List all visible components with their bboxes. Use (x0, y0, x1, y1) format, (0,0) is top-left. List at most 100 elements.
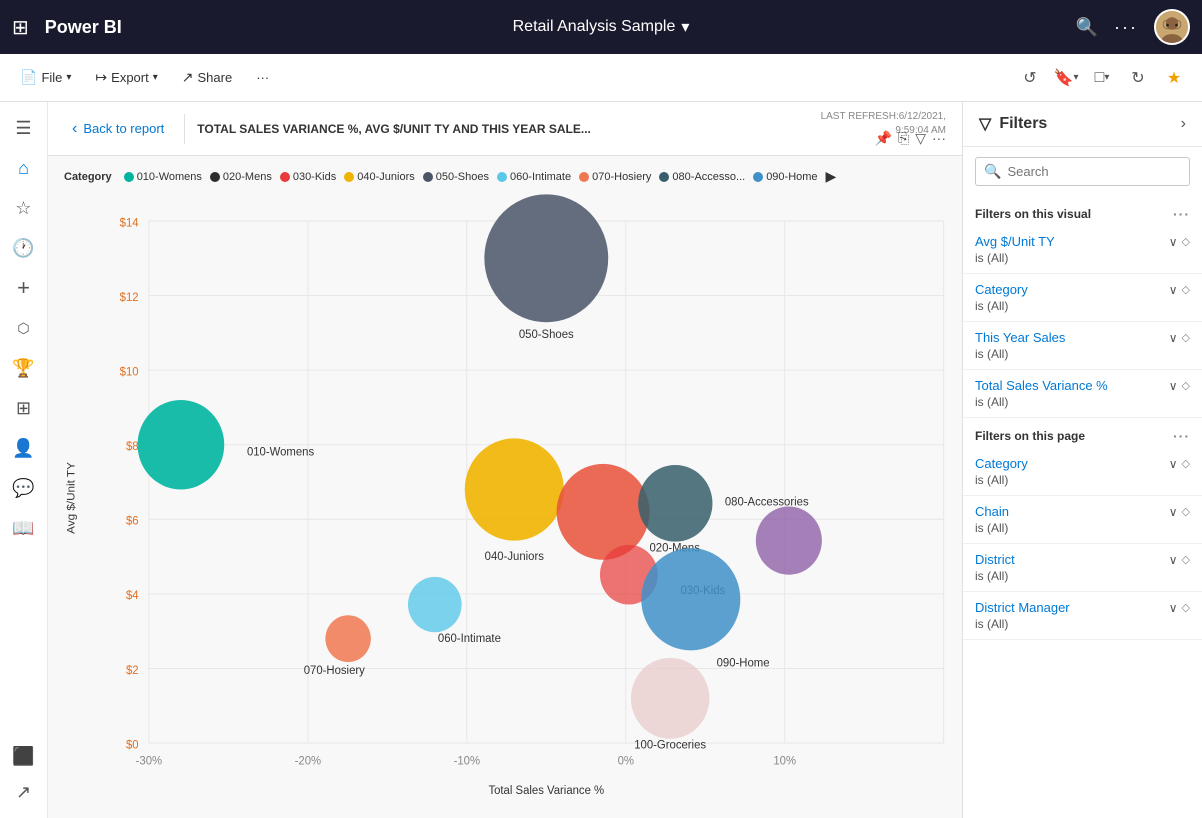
filter-dm-clear[interactable]: ◇ (1182, 601, 1190, 614)
filter-icon[interactable]: ▽ (915, 130, 926, 147)
sidebar-item-people[interactable]: 👤 (6, 430, 42, 466)
file-chevron-icon: ▾ (66, 72, 71, 83)
filter-avg-clear[interactable]: ◇ (1182, 235, 1190, 248)
y-tick-6: $6 (126, 515, 139, 527)
sidebar-item-recent[interactable]: 🕐 (6, 230, 42, 266)
left-sidebar: ☰ ⌂ ☆ 🕐 + ⬡ 🏆 ⊞ 👤 💬 📖 ⬛ ↗ (0, 102, 48, 818)
toolbar-more-button[interactable]: ··· (248, 66, 277, 89)
share-button[interactable]: ↗ Share (174, 65, 240, 90)
filter-avg-unit-ty[interactable]: Avg $/Unit TY ∨ ◇ is (All) (963, 226, 1202, 274)
filter-sales-value: is (All) (975, 347, 1190, 361)
bubble-shoes[interactable] (484, 194, 608, 322)
label-home: 090-Home (717, 657, 770, 669)
export-chevron-icon: ▾ (153, 72, 158, 83)
sidebar-item-workspaces[interactable]: ⊞ (6, 390, 42, 426)
filter-cat-chevron[interactable]: ∨ (1169, 283, 1178, 297)
sidebar-item-bottom[interactable]: ⬛ (6, 738, 42, 774)
filter-district[interactable]: District ∨ ◇ is (All) (963, 544, 1202, 592)
last-refresh-label: LAST REFRESH:6/12/2021, (821, 110, 946, 124)
filter-variance-chevron[interactable]: ∨ (1169, 379, 1178, 393)
bubble-juniors[interactable] (465, 438, 564, 540)
legend-nav-right[interactable]: ▶ (826, 168, 837, 185)
legend-item-kids: 030-Kids (280, 171, 336, 183)
x-tick-neg10: -10% (454, 755, 480, 767)
sidebar-item-apps[interactable]: ⬡ (6, 310, 42, 346)
sidebar-item-external[interactable]: ↗ (6, 774, 42, 810)
bubble-mens[interactable] (557, 464, 650, 560)
filter-chain[interactable]: Chain ∨ ◇ is (All) (963, 496, 1202, 544)
sidebar-item-menu[interactable]: ☰ (6, 110, 42, 146)
file-button[interactable]: 📄 File ▾ (12, 65, 79, 90)
filter-district-value: is (All) (975, 569, 1190, 583)
filter-cat-clear[interactable]: ◇ (1182, 283, 1190, 296)
x-axis-labels: -30% -20% -10% 0% 10% (136, 755, 796, 767)
filter-category-visual[interactable]: Category ∨ ◇ is (All) (963, 274, 1202, 322)
filter-category-page[interactable]: Category ∨ ◇ is (All) (963, 448, 1202, 496)
main-layout: ☰ ⌂ ☆ 🕐 + ⬡ 🏆 ⊞ 👤 💬 📖 ⬛ ↗ ‹ Back to repo… (0, 102, 1202, 818)
bubble-intimate[interactable] (408, 577, 462, 632)
export-icon: ↦ (95, 69, 107, 86)
filters-expand-icon[interactable]: › (1181, 115, 1186, 133)
filter-this-year-sales[interactable]: This Year Sales ∨ ◇ is (All) (963, 322, 1202, 370)
topbar-more-icon[interactable]: ··· (1114, 17, 1138, 38)
filter-variance-clear[interactable]: ◇ (1182, 379, 1190, 392)
bubble-groceries[interactable] (631, 658, 709, 739)
bubble-womens[interactable] (138, 400, 225, 490)
toolbar: 📄 File ▾ ↦ Export ▾ ↗ Share ··· ↺ 🔖▾ □▾ … (0, 54, 1202, 102)
filters-title-group: ▽ Filters (979, 114, 1047, 134)
export-button[interactable]: ↦ Export ▾ (87, 65, 165, 90)
y-axis-labels: $0 $2 $4 $6 $8 $10 $12 $14 (120, 217, 139, 751)
back-chevron-icon: ‹ (72, 120, 77, 138)
copy-icon[interactable]: ⎘ (898, 130, 909, 147)
sidebar-item-favorites[interactable]: ☆ (6, 190, 42, 226)
share-icon: ↗ (182, 69, 194, 86)
legend-item-mens: 020-Mens (210, 171, 272, 183)
filter-dm-name: District Manager (975, 600, 1070, 615)
filter-sales-chevron[interactable]: ∨ (1169, 331, 1178, 345)
y-tick-4: $4 (126, 590, 139, 602)
bookmark-button[interactable]: 🔖▾ (1050, 62, 1082, 94)
sidebar-item-create[interactable]: + (6, 270, 42, 306)
filters-search-bar[interactable]: 🔍 (975, 157, 1190, 186)
content-area: ‹ Back to report TOTAL SALES VARIANCE %,… (48, 102, 962, 818)
app-logo: Power BI (45, 17, 122, 38)
filter-district-chevron[interactable]: ∨ (1169, 553, 1178, 567)
user-avatar[interactable] (1154, 9, 1190, 45)
visual-filters-more-icon[interactable]: ··· (1173, 206, 1190, 222)
back-label: Back to report (83, 121, 164, 136)
filter-avg-unit-name: Avg $/Unit TY (975, 234, 1055, 249)
favorite-button[interactable]: ★ (1158, 62, 1190, 94)
filter-page-cat-chevron[interactable]: ∨ (1169, 457, 1178, 471)
filter-sales-clear[interactable]: ◇ (1182, 331, 1190, 344)
legend-label-womens: 010-Womens (137, 171, 202, 183)
bubble-purple[interactable] (756, 507, 822, 575)
filter-cat-value: is (All) (975, 299, 1190, 313)
filter-chain-clear[interactable]: ◇ (1182, 505, 1190, 518)
filter-district-manager[interactable]: District Manager ∨ ◇ is (All) (963, 592, 1202, 640)
sidebar-item-metrics[interactable]: 🏆 (6, 350, 42, 386)
filters-search-input[interactable] (1007, 164, 1183, 179)
bubble-home[interactable] (641, 548, 740, 650)
legend-item-womens: 010-Womens (124, 171, 202, 183)
refresh-button[interactable]: ↻ (1122, 62, 1154, 94)
bubble-hosiery[interactable] (325, 615, 370, 662)
filter-chain-chevron[interactable]: ∨ (1169, 505, 1178, 519)
filter-district-clear[interactable]: ◇ (1182, 553, 1190, 566)
page-filters-more-icon[interactable]: ··· (1173, 428, 1190, 444)
back-to-report-button[interactable]: ‹ Back to report (64, 116, 172, 142)
pin-icon[interactable]: 📌 (875, 130, 892, 147)
topbar-search-icon[interactable]: 🔍 (1076, 17, 1098, 38)
sidebar-item-chat[interactable]: 💬 (6, 470, 42, 506)
filter-total-sales-variance[interactable]: Total Sales Variance % ∨ ◇ is (All) (963, 370, 1202, 418)
filter-dm-chevron[interactable]: ∨ (1169, 601, 1178, 615)
chart-more-icon[interactable]: ··· (932, 130, 946, 147)
view-button[interactable]: □▾ (1086, 62, 1118, 94)
filter-page-cat-clear[interactable]: ◇ (1182, 457, 1190, 470)
title-chevron-icon[interactable]: ▾ (681, 17, 689, 37)
undo-button[interactable]: ↺ (1014, 62, 1046, 94)
filter-avg-chevron[interactable]: ∨ (1169, 235, 1178, 249)
sidebar-item-learn[interactable]: 📖 (6, 510, 42, 546)
sidebar-item-home[interactable]: ⌂ (6, 150, 42, 186)
bubble-accessories[interactable] (638, 465, 712, 542)
grid-icon[interactable]: ⊞ (12, 15, 29, 40)
